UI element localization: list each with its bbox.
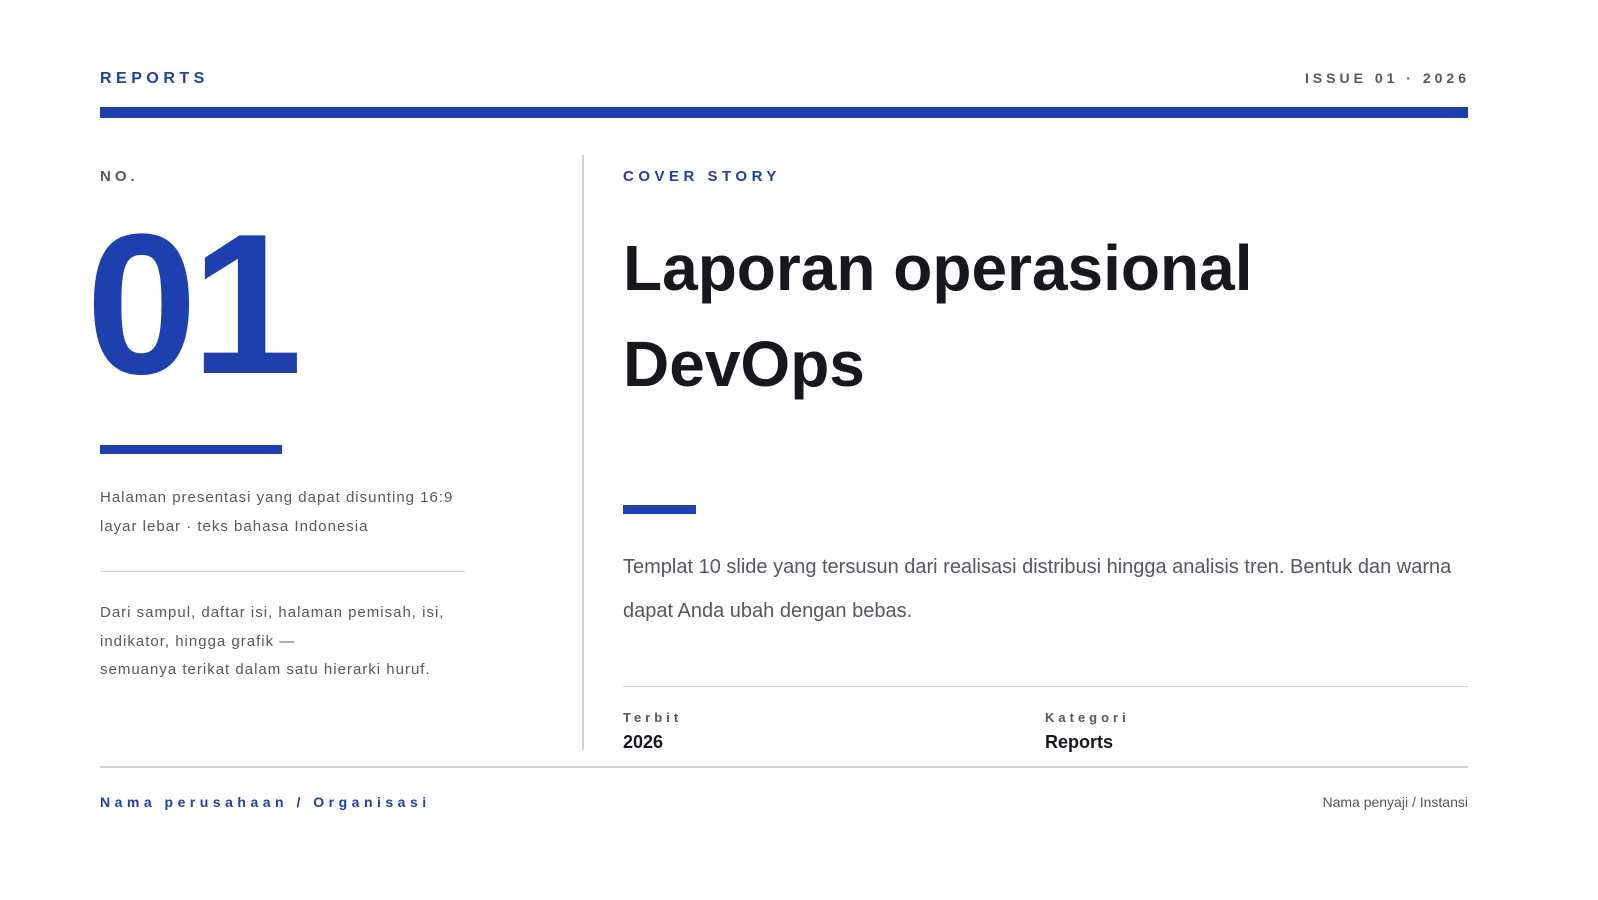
subtitle: Halaman presentasi yang dapat disunting … — [100, 489, 454, 535]
description-line: Dari sampul, daftar isi, halaman pemisah… — [100, 604, 445, 621]
cover-story-kicker: COVER STORY — [623, 168, 781, 185]
title-line: Laporan operasional — [623, 232, 1253, 304]
number-label: NO. — [100, 168, 139, 185]
left-divider — [100, 571, 465, 572]
organization-name: Nama perusahaan / Organisasi — [100, 794, 431, 810]
meta-value: Reports — [1045, 732, 1114, 752]
meta-published: Terbit 2026 — [623, 710, 682, 753]
title-line: DevOps — [623, 328, 865, 400]
meta-label: Kategori — [1045, 710, 1130, 725]
page-title: Laporan operasional DevOps — [623, 220, 1443, 412]
meta-divider — [623, 686, 1468, 687]
description: Dari sampul, daftar isi, halaman pemisah… — [100, 599, 480, 685]
left-accent-bar — [100, 445, 282, 454]
description-line: indikator, hingga grafik — — [100, 632, 296, 650]
top-rule — [100, 107, 1468, 118]
issue-label: ISSUE 01 · 2026 — [1304, 70, 1470, 86]
presenter-name: Nama penyaji / Instansi — [1322, 794, 1468, 810]
cover-slide: REPORTS ISSUE 01 · 2026 NO. 01 Halaman p… — [0, 0, 1598, 900]
right-accent-bar — [623, 505, 696, 514]
meta-label: Terbit — [623, 710, 683, 725]
description-line: semuanya terikat dalam satu hierarki hur… — [100, 661, 431, 678]
column-divider — [582, 155, 584, 750]
lede-paragraph: Templat 10 slide yang tersusun dari real… — [623, 556, 1452, 622]
meta-value: 2026 — [623, 732, 664, 752]
meta-category: Kategori Reports — [1045, 710, 1130, 753]
bottom-rule — [100, 766, 1468, 768]
issue-number: 01 — [86, 193, 302, 416]
brand-label: REPORTS — [100, 70, 209, 87]
